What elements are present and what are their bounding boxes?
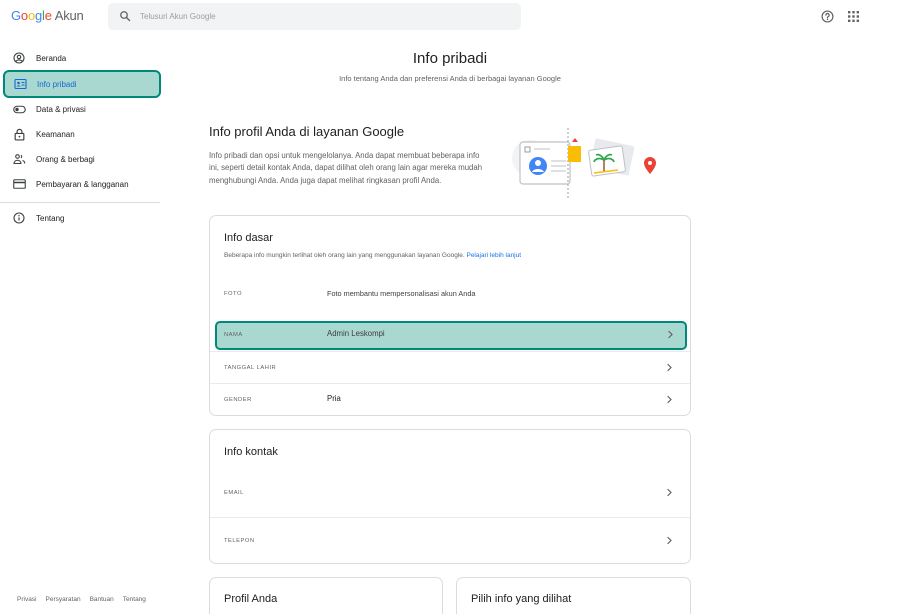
basic-info-title: Info dasar — [224, 232, 273, 244]
choose-info-card[interactable]: Pilih info yang dilihat — [456, 577, 691, 614]
phone-label: TELEPON — [224, 538, 255, 544]
info-icon — [12, 211, 26, 225]
learn-more-link[interactable]: Pelajari lebih lanjut — [466, 252, 521, 259]
contact-info-title: Info kontak — [224, 446, 278, 458]
toggle-icon — [12, 102, 26, 116]
sidebar-item-data-privasi[interactable]: Data & privasi — [0, 97, 160, 121]
search-icon[interactable] — [119, 10, 131, 22]
chevron-right-icon — [667, 488, 672, 497]
brand-text: Google — [11, 8, 52, 23]
search-bar[interactable] — [108, 3, 521, 30]
top-bar: Google Akun — [0, 0, 900, 34]
page-subtitle: Info tentang Anda dan preferensi Anda di… — [339, 74, 561, 83]
sidebar-item-label: Data & privasi — [36, 104, 86, 114]
people-icon — [12, 152, 26, 166]
name-value: Admin Leskompi — [327, 329, 385, 338]
phone-row[interactable]: TELEPON — [210, 517, 690, 564]
sidebar-item-label: Keamanan — [36, 129, 75, 139]
credit-card-icon — [12, 177, 26, 191]
photo-hint: Foto membantu mempersonalisasi akun Anda — [327, 289, 476, 298]
google-account-logo[interactable]: Google Akun — [11, 8, 84, 23]
sidebar-divider — [0, 202, 160, 203]
page-title: Info pribadi — [412, 50, 488, 67]
footer-link-persyaratan[interactable]: Persyaratan — [46, 596, 81, 603]
lock-icon — [12, 127, 26, 141]
gender-value: Pria — [327, 394, 341, 403]
contact-info-card: Info kontak EMAIL TELEPON — [209, 429, 691, 564]
sidebar-item-keamanan[interactable]: Keamanan — [0, 122, 160, 146]
email-row[interactable]: EMAIL — [210, 470, 690, 517]
gender-label: GENDER — [224, 397, 252, 403]
help-icon[interactable] — [821, 10, 834, 23]
chevron-right-icon — [668, 330, 673, 339]
sidebar-item-tentang[interactable]: Tentang — [0, 206, 160, 230]
footer-link-privasi[interactable]: Privasi — [17, 596, 37, 603]
basic-info-card: Info dasar Beberapa info mungkin terliha… — [209, 215, 691, 416]
chevron-right-icon — [667, 536, 672, 545]
profile-section-description: Info pribadi dan opsi untuk mengelolanya… — [209, 151, 483, 185]
name-label: NAMA — [224, 332, 243, 338]
email-label: EMAIL — [224, 490, 244, 496]
name-row[interactable]: NAMA Admin Leskompi — [215, 321, 687, 350]
search-input[interactable] — [140, 7, 500, 26]
profile-card-title: Profil Anda — [224, 593, 278, 605]
birthday-label: TANGGAL LAHIR — [224, 365, 277, 371]
basic-info-description-text: Beberapa info mungkin terlihat oleh oran… — [224, 252, 465, 259]
footer-links: Privasi Persyaratan Bantuan Tentang — [17, 596, 146, 603]
photo-label: FOTO — [224, 291, 242, 297]
basic-info-description: Beberapa info mungkin terlihat oleh oran… — [224, 252, 521, 259]
footer-link-bantuan[interactable]: Bantuan — [90, 596, 114, 603]
brand-suffix: Akun — [54, 8, 84, 23]
chevron-right-icon — [667, 363, 672, 372]
sidebar-item-orang-berbagi[interactable]: Orang & berbagi — [0, 147, 160, 171]
chevron-right-icon — [667, 395, 672, 404]
profile-section-title: Info profil Anda di layanan Google — [209, 124, 405, 139]
footer-link-tentang[interactable]: Tentang — [123, 596, 146, 603]
apps-grid-icon[interactable] — [848, 11, 859, 22]
sidebar-item-pembayaran[interactable]: Pembayaran & langganan — [0, 172, 160, 196]
profile-illustration — [512, 128, 656, 198]
birthday-row[interactable]: TANGGAL LAHIR — [210, 351, 690, 384]
sidebar-item-label: Tentang — [36, 213, 65, 223]
profile-card[interactable]: Profil Anda — [209, 577, 443, 614]
choose-info-card-title: Pilih info yang dilihat — [471, 593, 572, 605]
gender-row[interactable]: GENDER Pria — [210, 383, 690, 416]
sidebar-item-label: Orang & berbagi — [36, 154, 95, 164]
sidebar-item-label: Pembayaran & langganan — [36, 179, 129, 189]
